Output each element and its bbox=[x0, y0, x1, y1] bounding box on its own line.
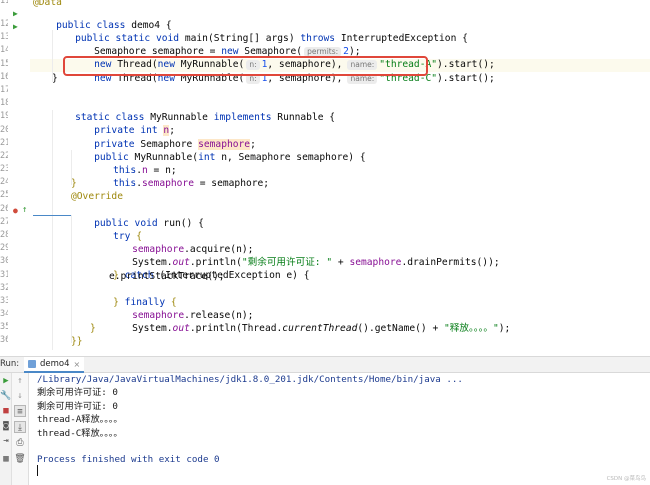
console-line: Process finished with exit code 0 bbox=[37, 454, 220, 465]
run-label: Run: bbox=[0, 359, 20, 369]
code-line: public static void main(String[] args) t… bbox=[75, 33, 468, 44]
code-line: try { bbox=[113, 231, 142, 242]
code-line: System.out.println("剩余可用许可证: " + semapho… bbox=[132, 257, 500, 268]
code-line: public MyRunnable(int n, Semaphore semap… bbox=[94, 152, 366, 163]
scroll-down-icon[interactable]: ↓ bbox=[14, 390, 26, 402]
line-number: 35 bbox=[0, 322, 8, 332]
line-number: 19 bbox=[0, 111, 8, 121]
method-separator bbox=[33, 215, 71, 216]
line-number: 22 bbox=[0, 151, 8, 161]
code-line: static class MyRunnable implements Runna… bbox=[75, 112, 336, 123]
camera-icon[interactable]: ◙ bbox=[0, 420, 12, 432]
code-line: e.printStackTrace(); bbox=[109, 271, 225, 282]
code-line: this.semaphore = semaphore; bbox=[113, 178, 270, 189]
line-number: 32 bbox=[0, 283, 8, 293]
code-line: private int n; bbox=[94, 125, 175, 136]
code-line: } bbox=[71, 178, 77, 189]
line-number: 24 bbox=[0, 177, 8, 187]
line-number: 34 bbox=[0, 309, 8, 319]
tab-demo4[interactable]: demo4 × bbox=[24, 357, 85, 373]
line-number: 29 bbox=[0, 243, 8, 253]
scroll-to-end-icon[interactable]: ⤓ bbox=[14, 421, 26, 433]
highlight-box bbox=[63, 56, 428, 76]
console-line: thread-C释放。。。。 bbox=[37, 428, 123, 439]
run-toolbar-left: ▶ 🔧 ■ ◙ ⇥ ▦ bbox=[0, 373, 12, 485]
exit-icon[interactable]: ⇥ bbox=[0, 435, 12, 447]
code-line: } finally { bbox=[113, 297, 177, 308]
code-line: public void run() { bbox=[94, 218, 204, 229]
line-number: 13 bbox=[0, 32, 8, 42]
code-line: semaphore.release(n); bbox=[132, 310, 254, 321]
scroll-up-icon[interactable]: ↑ bbox=[14, 375, 26, 387]
line-number: 11 bbox=[0, 0, 8, 6]
run-config-icon bbox=[28, 360, 36, 368]
line-number: 28 bbox=[0, 230, 8, 240]
line-number: 15 bbox=[0, 59, 8, 69]
text-cursor bbox=[37, 465, 38, 476]
soft-wrap-icon[interactable]: ≡ bbox=[14, 405, 26, 417]
line-number: 21 bbox=[0, 138, 8, 148]
line-number: 33 bbox=[0, 296, 8, 306]
line-number: 16 bbox=[0, 72, 8, 82]
line-number: 25 bbox=[0, 190, 8, 200]
run-class-icon[interactable]: ▶ bbox=[13, 9, 18, 19]
line-number: 14 bbox=[0, 45, 8, 55]
line-number: 20 bbox=[0, 125, 8, 135]
layout-icon[interactable]: ▦ bbox=[0, 453, 12, 465]
run-toolbar-right: ↑ ↓ ≡ ⤓ ⎙ 🗑 bbox=[12, 373, 29, 485]
tab-label: demo4 bbox=[40, 359, 70, 369]
code-line: semaphore.acquire(n); bbox=[132, 244, 254, 255]
line-number: 27 bbox=[0, 217, 8, 227]
code-line: System.out.println(Thread.currentThread(… bbox=[132, 323, 511, 334]
print-icon[interactable]: ⎙ bbox=[14, 437, 26, 449]
run-panel-header: Run: demo4 × bbox=[0, 356, 650, 373]
run-main-icon[interactable]: ▶ bbox=[13, 22, 18, 32]
trash-icon[interactable]: 🗑 bbox=[14, 453, 26, 465]
wrench-icon[interactable]: 🔧 bbox=[0, 390, 12, 402]
watermark: CSDN @菜鸟鸟 bbox=[606, 476, 646, 482]
console-line: thread-A释放。。。。 bbox=[37, 414, 123, 425]
line-number: 12 bbox=[0, 19, 8, 29]
line-number: 31 bbox=[0, 270, 8, 280]
line-number: 36 bbox=[0, 335, 8, 345]
code-line: }} bbox=[71, 336, 83, 347]
code-editor[interactable]: 11 12 13 14 15 16 17 18 19 20 21 22 23 2… bbox=[0, 0, 650, 356]
code-line: @Override bbox=[71, 191, 123, 202]
indent-guide bbox=[52, 110, 53, 350]
line-number: 17 bbox=[0, 85, 8, 95]
console-output[interactable]: /Library/Java/JavaVirtualMachines/jdk1.8… bbox=[30, 373, 650, 485]
console-line: 剩余可用许可证: 0 bbox=[37, 387, 118, 398]
code-line: } bbox=[90, 323, 96, 334]
code-line: } bbox=[52, 73, 58, 84]
close-tab-icon[interactable]: × bbox=[74, 360, 81, 369]
code-line: private Semaphore semaphore; bbox=[94, 139, 256, 150]
code-line: this.n = n; bbox=[113, 165, 177, 176]
line-number: 18 bbox=[0, 98, 8, 108]
console-line: /Library/Java/JavaVirtualMachines/jdk1.8… bbox=[37, 374, 463, 385]
line-number: 30 bbox=[0, 256, 8, 266]
console-line: 剩余可用许可证: 0 bbox=[37, 401, 118, 412]
implements-arrow-icon[interactable]: ↑ bbox=[22, 205, 27, 215]
code-line: public class demo4 { bbox=[56, 20, 172, 31]
line-number: 23 bbox=[0, 164, 8, 174]
rerun-icon[interactable]: ▶ bbox=[0, 375, 12, 387]
line-number: 26 bbox=[0, 204, 8, 214]
code-line: } catch (InterruptedException e) { bbox=[113, 270, 310, 281]
code-line: Semaphore semaphore = new Semaphore(perm… bbox=[94, 46, 361, 57]
stop-icon[interactable]: ■ bbox=[0, 405, 12, 417]
override-method-icon[interactable]: ● bbox=[13, 206, 18, 216]
